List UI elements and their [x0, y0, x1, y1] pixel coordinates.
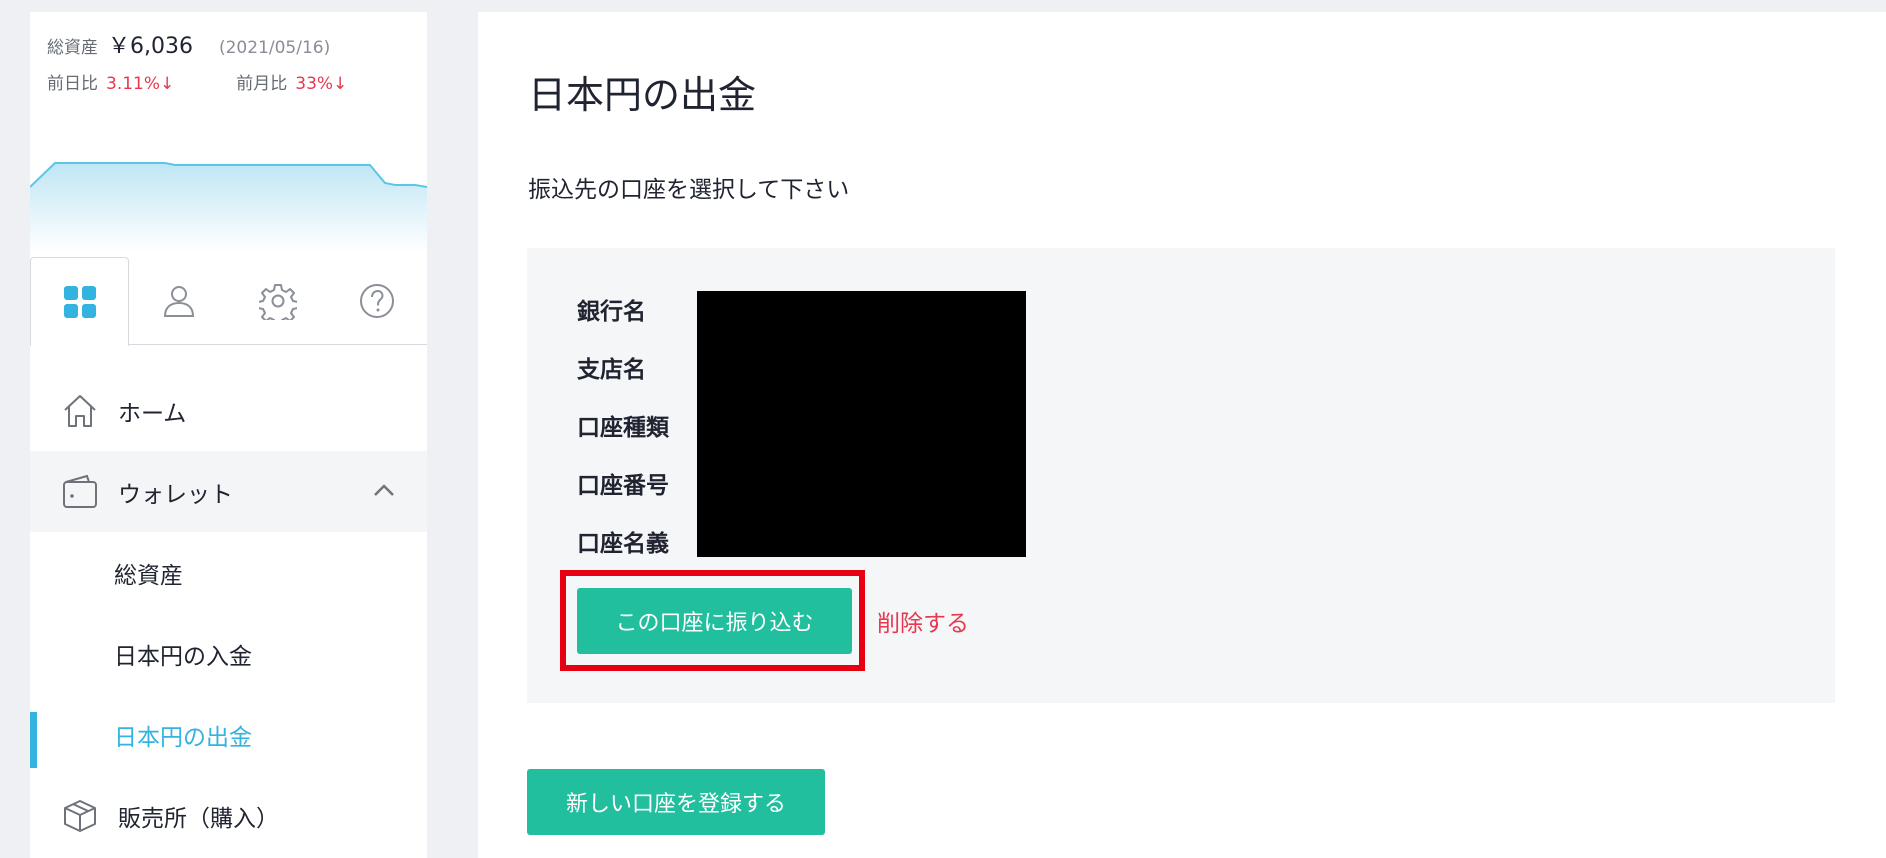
sidebar-item-wallet[interactable]: ウォレット	[30, 451, 427, 532]
sidebar-item-home[interactable]: ホーム	[30, 370, 427, 451]
account-number-label: 口座番号	[577, 473, 669, 499]
main-panel: 日本円の出金 振込先の口座を選択して下さい 銀行名 支店名 口座種類 口座番号 …	[478, 12, 1886, 858]
total-assets-label: 総資産	[47, 38, 98, 58]
sidebar-item-home-label: ホーム	[118, 400, 187, 427]
bank-name-label: 銀行名	[577, 299, 646, 325]
month-change-label: 前月比	[236, 74, 288, 94]
transfer-to-account-button[interactable]: この口座に振り込む	[577, 588, 852, 654]
month-change-value: 33%↓	[295, 74, 348, 94]
asset-sparkline	[30, 162, 427, 252]
sidebar-nav: ホーム ウォレット 総資産 日本円の入金 日本円の出金 販売所（購入）	[30, 370, 427, 856]
delete-account-link[interactable]: 削除する	[877, 604, 969, 638]
box-icon	[60, 796, 100, 836]
wallet-icon	[60, 472, 100, 512]
total-assets-summary: 総資産 ￥6,036 (2021/05/16)	[47, 28, 330, 60]
branch-name-label: 支店名	[577, 357, 646, 383]
sidebar-item-wallet-label: ウォレット	[118, 481, 233, 508]
instruction-text: 振込先の口座を選択して下さい	[528, 177, 850, 203]
sidebar-tabs	[30, 257, 427, 346]
help-icon	[359, 284, 394, 318]
bank-account-card: 銀行名 支店名 口座種類 口座番号 口座名義 この口座に振り込む 削除する	[527, 248, 1835, 703]
chevron-up-icon[interactable]	[373, 477, 395, 503]
tab-help[interactable]	[327, 257, 426, 345]
account-type-label: 口座種類	[577, 415, 669, 441]
home-icon	[60, 391, 100, 431]
day-change-label: 前日比	[47, 74, 98, 94]
tab-account[interactable]	[129, 257, 228, 345]
account-holder-label: 口座名義	[577, 531, 669, 557]
register-new-account-button[interactable]: 新しい口座を登録する	[527, 769, 825, 835]
page-title: 日本円の出金	[528, 73, 757, 117]
sidebar: 総資産 ￥6,036 (2021/05/16) 前日比 3.11%↓ 前月比 33%↓	[30, 12, 427, 858]
day-change-value: 3.11%↓	[106, 74, 175, 94]
user-icon	[163, 286, 194, 317]
sidebar-subitem-jpy-deposit[interactable]: 日本円の入金	[30, 613, 427, 694]
sidebar-subitem-jpy-withdrawal[interactable]: 日本円の出金	[30, 694, 427, 775]
redacted-account-details	[697, 291, 1026, 557]
gear-icon	[258, 284, 297, 320]
change-summary: 前日比 3.11%↓ 前月比 33%↓	[47, 69, 347, 94]
dashboard-grid-icon	[63, 286, 96, 318]
sidebar-subitem-total-assets[interactable]: 総資産	[30, 532, 427, 613]
sidebar-item-exchange[interactable]: 販売所（購入）	[30, 775, 427, 856]
asset-date: (2021/05/16)	[218, 38, 331, 58]
total-assets-value: ￥6,036	[108, 34, 193, 59]
tab-settings[interactable]	[228, 257, 327, 345]
sidebar-item-exchange-label: 販売所（購入）	[118, 805, 279, 832]
tab-dashboard[interactable]	[30, 257, 129, 346]
